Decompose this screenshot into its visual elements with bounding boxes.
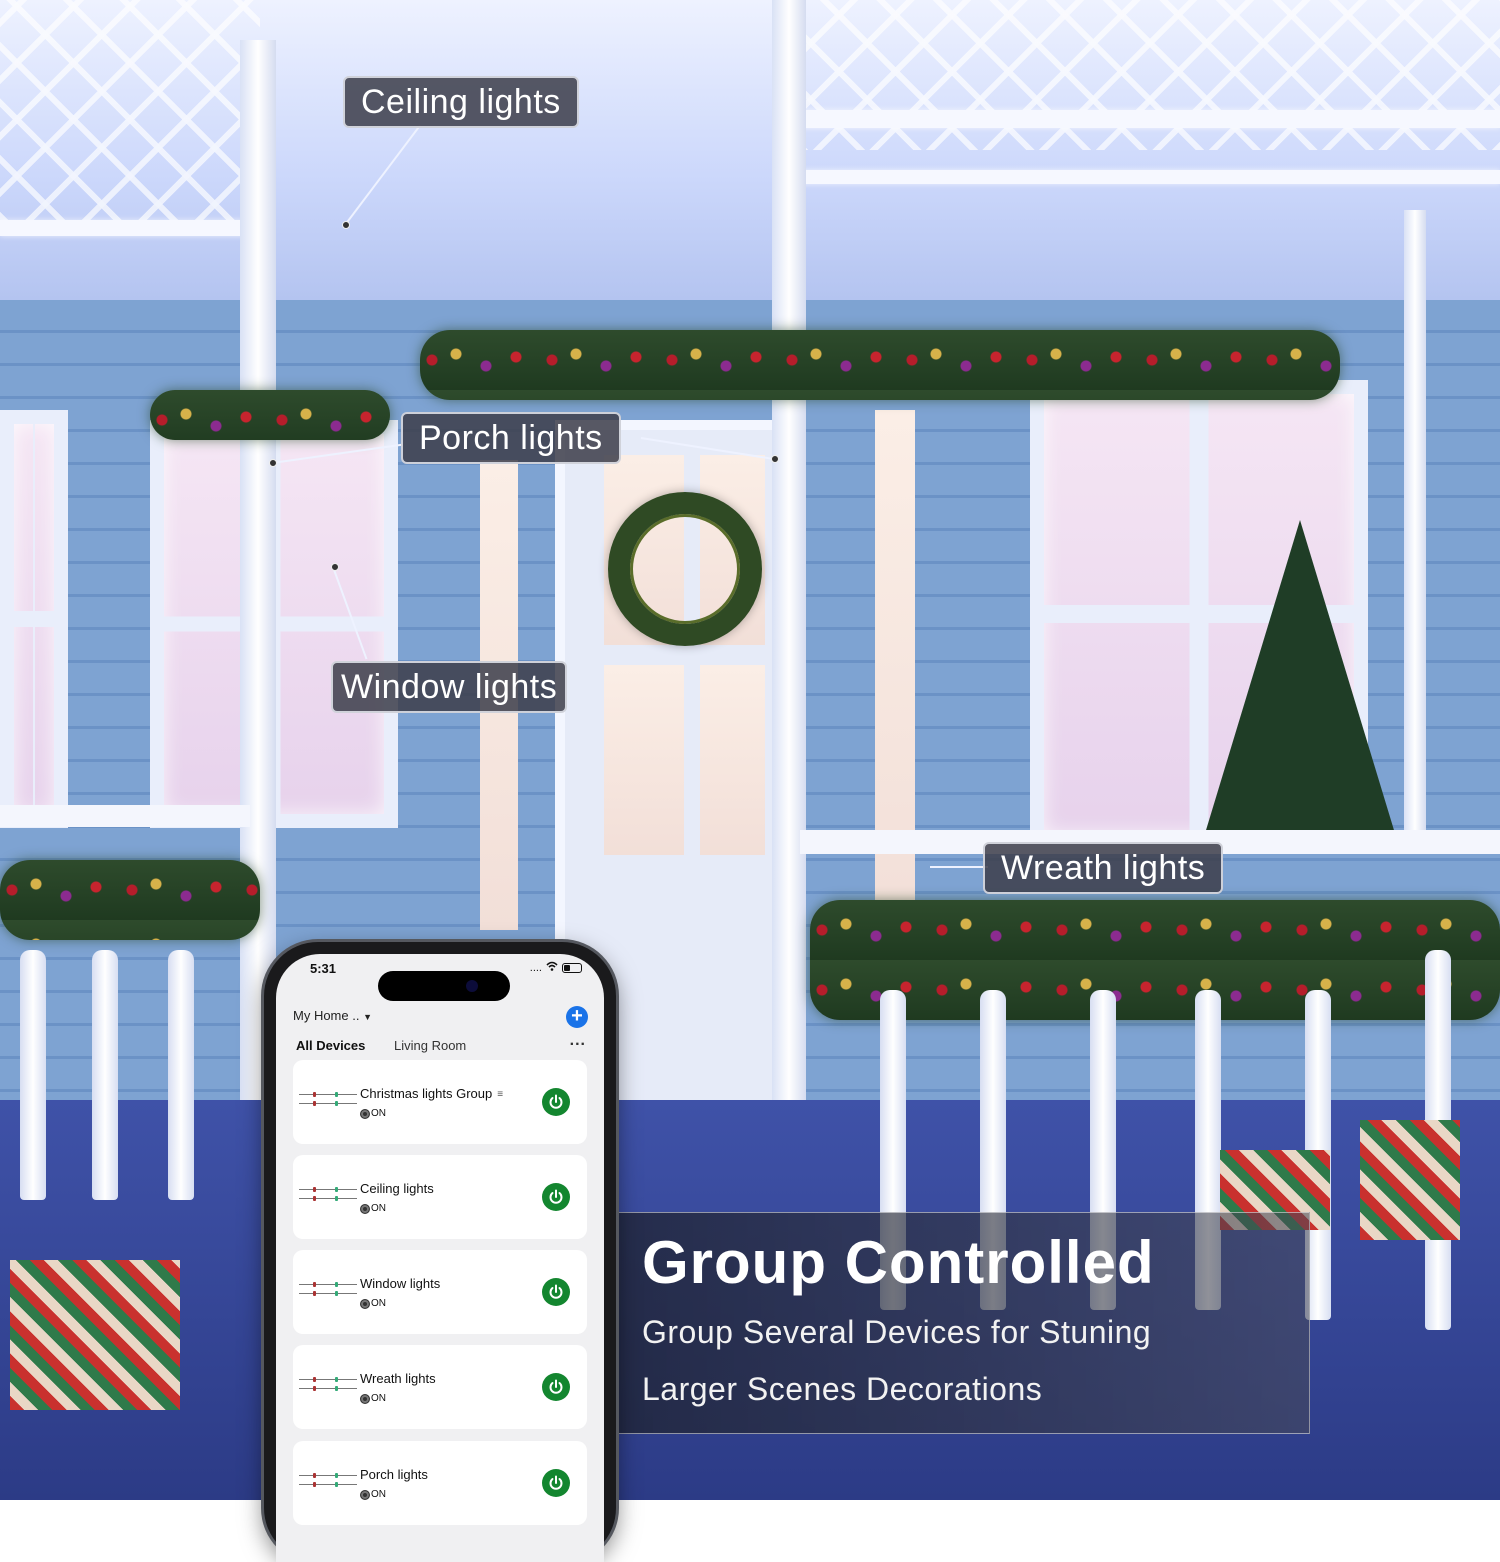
camera-icon bbox=[466, 980, 478, 992]
device-status: ON bbox=[360, 1489, 386, 1500]
baluster bbox=[92, 950, 118, 1200]
status-indicator-icon bbox=[360, 1393, 370, 1404]
garland-top bbox=[420, 330, 1340, 400]
string-lights-thumbnail bbox=[299, 1086, 357, 1116]
app-screen: 5:31 .... My Home .. ▼ + All Devices Liv… bbox=[276, 954, 604, 1562]
door-glass bbox=[700, 665, 765, 855]
status-text: ON bbox=[371, 1489, 386, 1500]
device-card-ceiling-lights[interactable]: Ceiling lights ON bbox=[293, 1155, 587, 1239]
status-text: ON bbox=[371, 1203, 386, 1214]
tab-all-devices[interactable]: All Devices bbox=[296, 1038, 365, 1053]
home-selector[interactable]: My Home .. ▼ bbox=[293, 1008, 372, 1023]
door-glass bbox=[604, 665, 684, 855]
status-text: ON bbox=[371, 1393, 386, 1404]
device-card-christmas-lights-group[interactable]: Christmas lights Group ≡ ON bbox=[293, 1060, 587, 1144]
porch-post bbox=[1404, 210, 1426, 830]
string-lights-thumbnail bbox=[299, 1276, 357, 1306]
garland-rail-right bbox=[810, 900, 1500, 1020]
add-device-button[interactable]: + bbox=[566, 1006, 588, 1028]
string-lights-thumbnail bbox=[299, 1181, 357, 1211]
status-indicator-icon bbox=[360, 1489, 370, 1500]
status-text: ON bbox=[371, 1108, 386, 1119]
power-icon bbox=[549, 1379, 563, 1394]
callout-wreath-lights: Wreath lights bbox=[983, 842, 1224, 894]
power-toggle-button[interactable] bbox=[542, 1469, 570, 1497]
gift-box bbox=[10, 1260, 180, 1410]
house-window-edge bbox=[0, 410, 68, 828]
caret-down-icon: ▼ bbox=[363, 1012, 373, 1022]
power-toggle-button[interactable] bbox=[542, 1183, 570, 1211]
device-status: ON bbox=[360, 1108, 386, 1119]
door-wreath bbox=[608, 492, 762, 646]
porch-leader-dot bbox=[269, 459, 277, 467]
power-icon bbox=[549, 1284, 563, 1299]
device-card-porch-lights[interactable]: Porch lights ON bbox=[293, 1441, 587, 1525]
porch-rail bbox=[0, 805, 250, 827]
group-icon: ≡ bbox=[497, 1089, 504, 1101]
status-text: ON bbox=[371, 1298, 386, 1309]
string-lights-thumbnail bbox=[299, 1467, 357, 1497]
device-name: Wreath lights bbox=[360, 1371, 436, 1386]
dynamic-island bbox=[378, 971, 510, 1001]
callout-window-lights: Window lights bbox=[331, 661, 568, 713]
callout-porch-lights: Porch lights bbox=[401, 412, 621, 464]
ceiling-leader-dot bbox=[342, 221, 350, 229]
device-name: Window lights bbox=[360, 1276, 441, 1291]
callout-ceiling-lights: Ceiling lights bbox=[343, 76, 579, 128]
power-toggle-button[interactable] bbox=[542, 1373, 570, 1401]
battery-icon bbox=[562, 962, 582, 973]
ceiling-beam bbox=[800, 170, 1500, 184]
more-options-icon[interactable]: ... bbox=[570, 1032, 586, 1050]
wreath-leader-line bbox=[930, 866, 988, 868]
ceiling-beam bbox=[0, 220, 260, 236]
status-icons: .... bbox=[530, 961, 582, 974]
power-toggle-button[interactable] bbox=[542, 1278, 570, 1306]
tab-living-room[interactable]: Living Room bbox=[394, 1038, 466, 1053]
string-lights-thumbnail bbox=[299, 1371, 357, 1401]
status-time: 5:31 bbox=[310, 961, 337, 976]
power-toggle-button[interactable] bbox=[542, 1088, 570, 1116]
smartphone: 5:31 .... My Home .. ▼ + All Devices Liv… bbox=[264, 942, 616, 1562]
porch-leader-dot bbox=[771, 455, 779, 463]
headline-subtitle-line-1: Group Several Devices for Stuning bbox=[642, 1314, 1152, 1350]
garland-window bbox=[150, 390, 390, 440]
status-indicator-icon bbox=[360, 1108, 370, 1119]
device-name: Ceiling lights bbox=[360, 1181, 434, 1196]
status-indicator-icon bbox=[360, 1298, 370, 1309]
power-icon bbox=[549, 1094, 563, 1109]
porch-post bbox=[772, 0, 806, 1200]
christmas-tree bbox=[1200, 520, 1400, 850]
headline-subtitle-line-2: Larger Scenes Decorations bbox=[642, 1371, 1043, 1407]
power-icon bbox=[549, 1189, 563, 1204]
gift-box bbox=[1360, 1120, 1460, 1240]
device-status: ON bbox=[360, 1203, 386, 1214]
garland-rail-left bbox=[0, 860, 260, 940]
headline-title: Group Controlled bbox=[642, 1229, 1155, 1296]
home-title: My Home .. bbox=[293, 1008, 360, 1023]
device-card-window-lights[interactable]: Window lights ON bbox=[293, 1250, 587, 1334]
window-leader-dot bbox=[331, 563, 339, 571]
device-card-wreath-lights[interactable]: Wreath lights ON bbox=[293, 1345, 587, 1429]
cellular-signal-icon: .... bbox=[529, 961, 542, 974]
ceiling-beam bbox=[800, 110, 1500, 128]
wifi-icon bbox=[546, 961, 558, 974]
power-icon bbox=[549, 1475, 563, 1490]
device-status: ON bbox=[360, 1298, 386, 1309]
device-status: ON bbox=[360, 1393, 386, 1404]
lattice-left bbox=[0, 0, 260, 220]
baluster bbox=[20, 950, 46, 1200]
device-name: Porch lights bbox=[360, 1467, 428, 1482]
device-name: Christmas lights Group bbox=[360, 1086, 493, 1101]
status-indicator-icon bbox=[360, 1203, 370, 1214]
baluster bbox=[168, 950, 194, 1200]
